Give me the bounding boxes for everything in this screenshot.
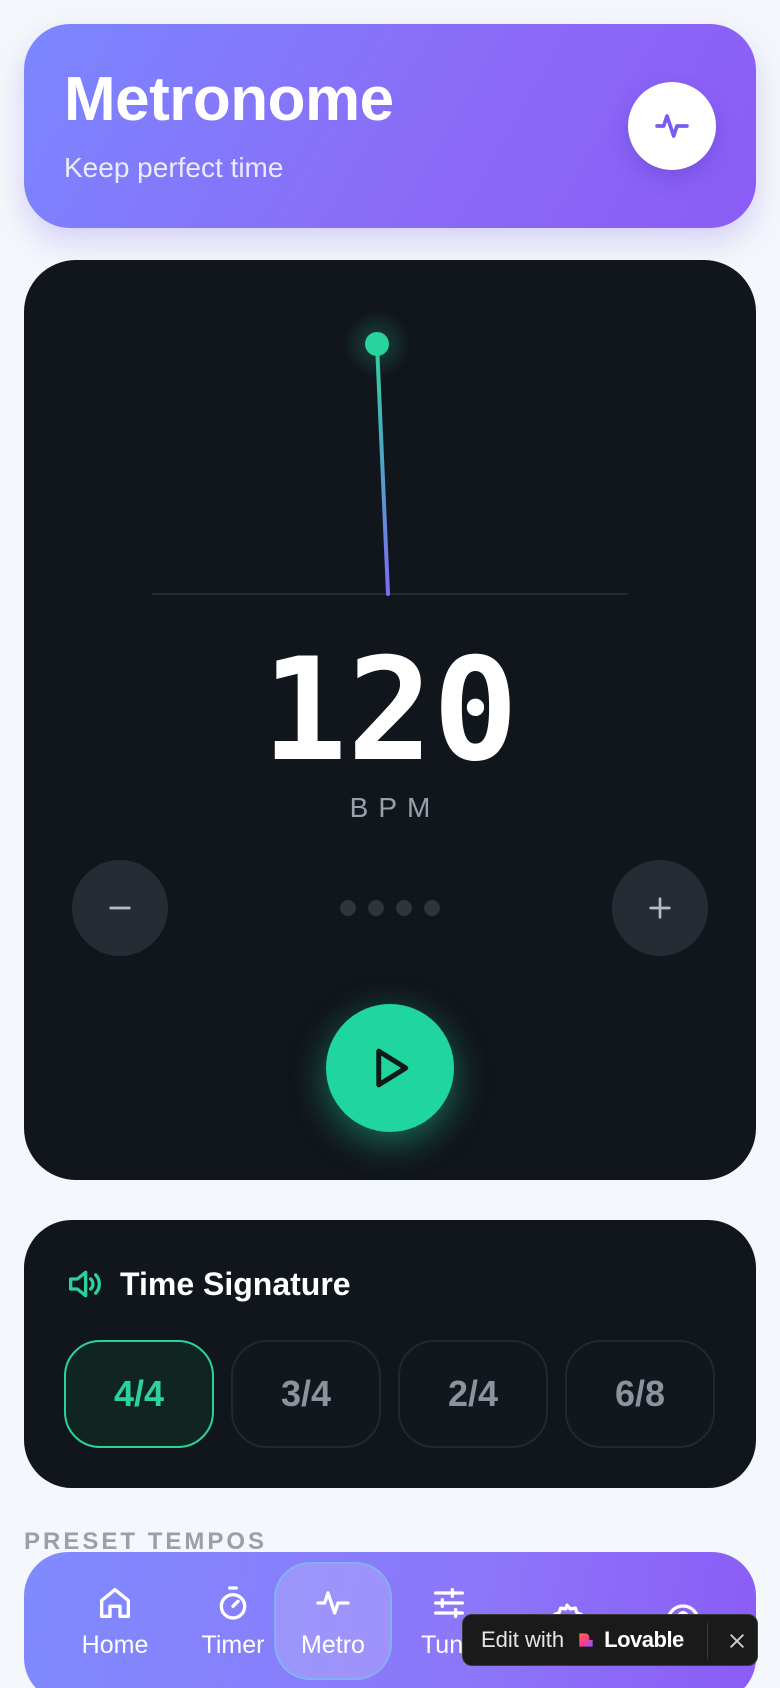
- activity-pulse-icon: [655, 114, 689, 138]
- minus-icon: [109, 906, 131, 910]
- pendulum-arm: [375, 342, 390, 596]
- nav-item-metro[interactable]: Metro: [274, 1562, 392, 1680]
- app-header: Metronome Keep perfect time: [24, 24, 756, 228]
- activity-pulse-icon: [316, 1590, 350, 1615]
- lovable-heart-icon: [579, 1633, 593, 1647]
- time-signature-card: Time Signature 4/4 3/4 2/4 6/8: [24, 1220, 756, 1488]
- badge-close-button[interactable]: [719, 1623, 755, 1659]
- time-signature-option-3-4[interactable]: 3/4: [231, 1340, 381, 1448]
- time-signature-options: 4/4 3/4 2/4 6/8: [64, 1340, 715, 1448]
- lovable-edit-text: Edit with: [481, 1627, 565, 1652]
- metronome-panel: 120 BPM: [24, 260, 756, 1180]
- header-pulse-button[interactable]: [628, 82, 716, 170]
- bpm-value: 120: [261, 628, 519, 793]
- time-signature-title: Time Signature: [120, 1265, 351, 1302]
- close-icon: [730, 1634, 744, 1648]
- plus-icon: [649, 897, 671, 919]
- beat-indicator: [340, 900, 440, 916]
- stopwatch-icon: [219, 1585, 247, 1620]
- pendulum-weight: [365, 332, 389, 356]
- beat-dot: [396, 900, 412, 916]
- badge-divider: [707, 1623, 708, 1659]
- time-signature-option-6-8[interactable]: 6/8: [565, 1340, 715, 1448]
- play-icon: [376, 1048, 409, 1088]
- time-signature-header: Time Signature: [64, 1264, 351, 1304]
- beat-dot: [368, 900, 384, 916]
- nav-item-label: Timer: [201, 1630, 265, 1659]
- page-title: Metronome: [64, 65, 394, 134]
- increase-bpm-button[interactable]: [612, 860, 708, 956]
- bpm-label: BPM: [349, 792, 441, 823]
- nav-item-label: Metro: [301, 1630, 365, 1659]
- page-subtitle: Keep perfect time: [64, 152, 284, 183]
- time-signature-option-4-4[interactable]: 4/4: [64, 1340, 214, 1448]
- beat-dot: [340, 900, 356, 916]
- home-icon: [100, 1587, 130, 1618]
- nav-item-home[interactable]: Home: [56, 1562, 174, 1680]
- beat-dot: [424, 900, 440, 916]
- nav-item-label: Home: [81, 1630, 149, 1659]
- sliders-icon: [434, 1587, 464, 1618]
- lovable-brand: Lovable: [604, 1627, 684, 1652]
- decrease-bpm-button[interactable]: [72, 860, 168, 956]
- speaker-icon: [69, 1270, 101, 1298]
- time-signature-option-2-4[interactable]: 2/4: [398, 1340, 548, 1448]
- lovable-edit-badge[interactable]: Edit with Lovable: [462, 1614, 758, 1666]
- play-button[interactable]: [326, 1004, 454, 1132]
- pendulum-visual: [152, 310, 628, 596]
